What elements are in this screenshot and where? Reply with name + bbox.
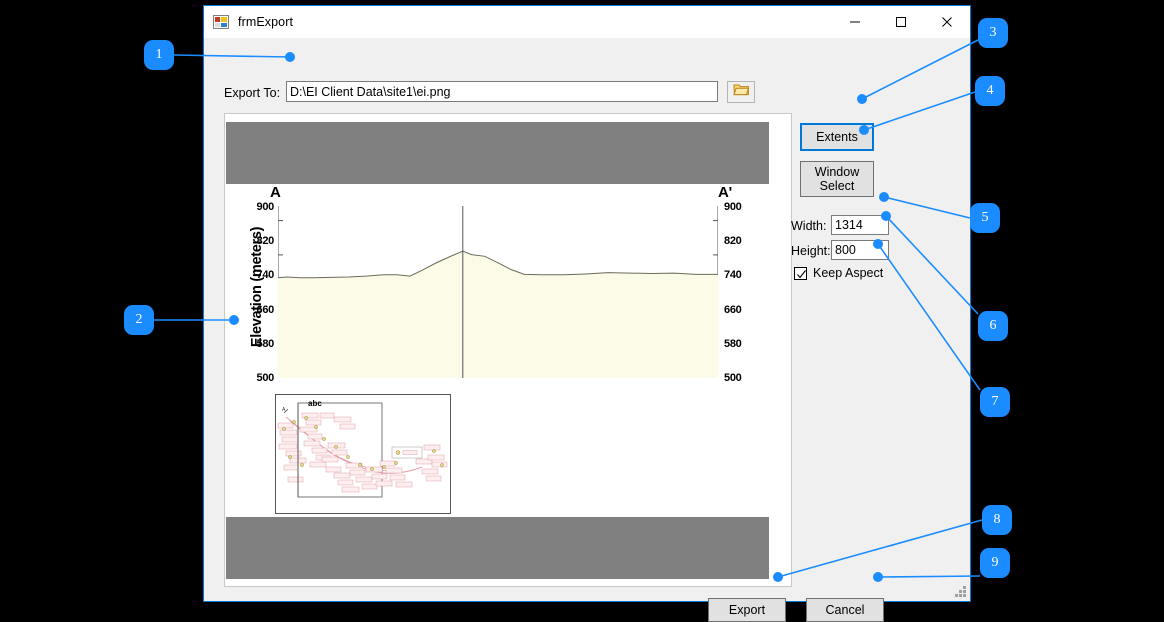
height-input[interactable]: 800 bbox=[831, 240, 889, 260]
callout-badge-8: 8 bbox=[982, 505, 1012, 535]
y-tick-left: 660 bbox=[246, 304, 274, 316]
resize-grip[interactable] bbox=[955, 586, 967, 598]
title-bar[interactable]: frmExport bbox=[204, 6, 970, 38]
width-label: Width: bbox=[791, 219, 826, 233]
export-button[interactable]: Export bbox=[708, 598, 786, 622]
export-to-label: Export To: bbox=[224, 86, 280, 100]
y-tick-left: 500 bbox=[246, 372, 274, 384]
y-tick-right: 660 bbox=[724, 304, 741, 316]
preview-top-band bbox=[226, 122, 769, 184]
chart-start-label: A bbox=[270, 184, 281, 201]
y-tick-right: 900 bbox=[724, 201, 741, 213]
inset-locality-map[interactable]: abc bbox=[275, 394, 451, 514]
keep-aspect-checkbox[interactable]: Keep Aspect bbox=[794, 266, 883, 280]
dialog-client-area: Export To: D:\EI Client Data\site1\ei.pn… bbox=[204, 38, 970, 601]
callout-badge-3: 3 bbox=[978, 18, 1008, 48]
minimize-icon[interactable] bbox=[832, 6, 878, 38]
window-select-line1: Window bbox=[815, 165, 859, 179]
window-select-line2: Select bbox=[815, 179, 859, 193]
y-tick-right: 820 bbox=[724, 235, 741, 247]
extents-button[interactable]: Extents bbox=[800, 123, 874, 151]
width-input[interactable]: 1314 bbox=[831, 215, 889, 235]
y-tick-right: 580 bbox=[724, 338, 741, 350]
y-tick-left: 580 bbox=[246, 338, 274, 350]
callout-badge-6: 6 bbox=[978, 311, 1008, 341]
maximize-icon[interactable] bbox=[878, 6, 924, 38]
keep-aspect-label: Keep Aspect bbox=[813, 266, 883, 280]
y-tick-right: 500 bbox=[724, 372, 741, 384]
chart-end-label: A' bbox=[718, 184, 732, 201]
y-tick-left: 740 bbox=[246, 269, 274, 281]
inset-map-label: abc bbox=[308, 399, 322, 408]
callout-badge-1: 1 bbox=[144, 40, 174, 70]
callout-badge-7: 7 bbox=[980, 387, 1010, 417]
window-title: frmExport bbox=[238, 15, 293, 29]
check-icon bbox=[796, 269, 807, 280]
svg-text:A: A bbox=[282, 407, 286, 413]
form-icon bbox=[213, 14, 229, 30]
close-icon[interactable] bbox=[924, 6, 970, 38]
y-tick-right: 740 bbox=[724, 269, 741, 281]
window-controls bbox=[832, 6, 970, 38]
window-select-button[interactable]: Window Select bbox=[800, 161, 874, 197]
browse-folder-button[interactable] bbox=[727, 81, 755, 103]
export-preview-panel[interactable]: A A' Elevation (meters) 900 820 740 660 … bbox=[224, 113, 792, 587]
export-path-input[interactable]: D:\EI Client Data\site1\ei.png bbox=[286, 81, 718, 102]
cancel-button[interactable]: Cancel bbox=[806, 598, 884, 622]
inset-map-graphic: A bbox=[276, 395, 450, 513]
callout-badge-5: 5 bbox=[970, 203, 1000, 233]
height-label: Height: bbox=[791, 244, 831, 258]
preview-bottom-band bbox=[226, 517, 769, 579]
elevation-profile-plot bbox=[278, 206, 718, 378]
checkbox-box[interactable] bbox=[794, 267, 807, 280]
callout-badge-2: 2 bbox=[124, 305, 154, 335]
y-tick-left: 900 bbox=[246, 201, 274, 213]
open-folder-icon bbox=[733, 82, 750, 102]
callout-badge-9: 9 bbox=[980, 548, 1010, 578]
export-dialog-window: frmExport Export To: D:\EI Client Data\s… bbox=[203, 5, 971, 602]
y-tick-left: 820 bbox=[246, 235, 274, 247]
callout-badge-4: 4 bbox=[975, 76, 1005, 106]
